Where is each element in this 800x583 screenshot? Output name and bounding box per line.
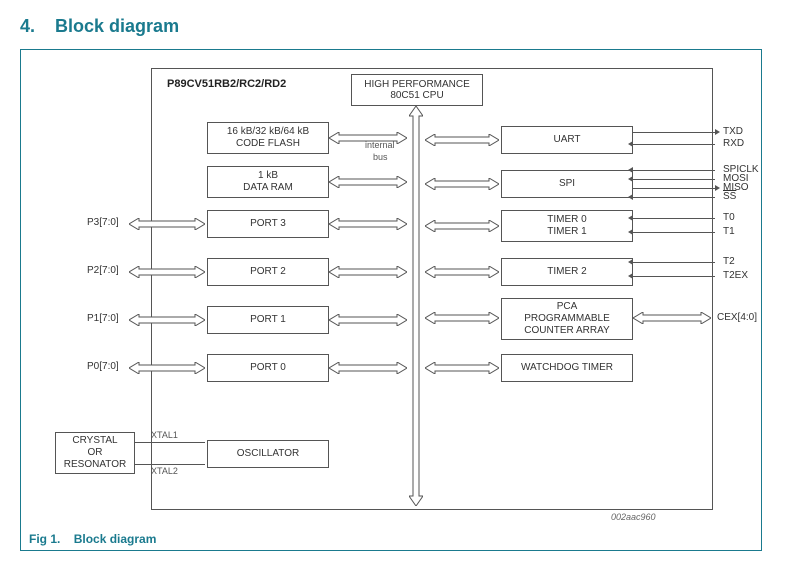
arrow-pca-cex [633, 312, 711, 324]
arrow-p3-ext [129, 218, 205, 230]
xtal1-label: XTAL1 [151, 430, 178, 440]
p0-label: P0[7:0] [87, 361, 119, 372]
figure-title: Block diagram [74, 532, 157, 546]
uart-block: UART [501, 126, 633, 154]
bus-label-2: bus [373, 152, 388, 162]
rxd-line [633, 144, 715, 145]
t2-line [633, 262, 715, 263]
arrow-p1-bus [329, 314, 407, 326]
figure-caption: Fig 1. Block diagram [21, 532, 156, 546]
pca-block: PCA PROGRAMMABLE COUNTER ARRAY [501, 298, 633, 340]
xtal2-line [135, 464, 205, 465]
ram-block: 1 kB DATA RAM [207, 166, 329, 198]
t1-label: T1 [723, 226, 735, 237]
miso-line [633, 188, 715, 189]
port1-block: PORT 1 [207, 306, 329, 334]
flash-block: 16 kB/32 kB/64 kB CODE FLASH [207, 122, 329, 154]
chip-title: P89CV51RB2/RC2/RD2 [167, 78, 286, 90]
arrow-flash-bus [329, 132, 407, 144]
arrow-bus-pca [425, 312, 499, 324]
mosi-line [633, 179, 715, 180]
arrow-p3-bus [329, 218, 407, 230]
wdt-block: WATCHDOG TIMER [501, 354, 633, 382]
section-title: 4. Block diagram [20, 16, 780, 37]
arrow-bus-spi [425, 178, 499, 190]
rxd-label: RXD [723, 138, 744, 149]
spiclk-line [633, 170, 715, 171]
internal-bus [409, 106, 423, 506]
arrow-bus-wdt [425, 362, 499, 374]
page: 4. Block diagram P89CV51RB2/RC2/RD2 HIGH… [0, 0, 800, 583]
t0-label: T0 [723, 212, 735, 223]
port3-block: PORT 3 [207, 210, 329, 238]
port2-block: PORT 2 [207, 258, 329, 286]
t1-line [633, 232, 715, 233]
xtal2-label: XTAL2 [151, 466, 178, 476]
section-name: Block diagram [55, 16, 179, 36]
crystal-block: CRYSTAL OR RESONATOR [55, 432, 135, 474]
cpu-block: HIGH PERFORMANCE 80C51 CPU [351, 74, 483, 106]
p1-label: P1[7:0] [87, 313, 119, 324]
port0-block: PORT 0 [207, 354, 329, 382]
section-number: 4. [20, 16, 35, 36]
timer01-block: TIMER 0 TIMER 1 [501, 210, 633, 242]
arrow-bus-t2 [425, 266, 499, 278]
ss-line [633, 197, 715, 198]
cex-label: CEX[4:0] [717, 312, 757, 323]
p3-label: P3[7:0] [87, 217, 119, 228]
arrow-p2-bus [329, 266, 407, 278]
arrow-p0-bus [329, 362, 407, 374]
xtal1-line [135, 442, 205, 443]
arrow-p2-ext [129, 266, 205, 278]
arrow-p0-ext [129, 362, 205, 374]
t0-line [633, 218, 715, 219]
arrow-ram-bus [329, 176, 407, 188]
t2-label: T2 [723, 256, 735, 267]
arrow-p1-ext [129, 314, 205, 326]
ss-label: SS [723, 191, 736, 202]
osc-block: OSCILLATOR [207, 440, 329, 468]
ref-label: 002aac960 [611, 512, 656, 522]
arrow-bus-uart [425, 134, 499, 146]
txd-line [633, 132, 715, 133]
timer2-block: TIMER 2 [501, 258, 633, 286]
txd-label: TXD [723, 126, 743, 137]
spi-block: SPI [501, 170, 633, 198]
t2ex-label: T2EX [723, 270, 748, 281]
figure-label: Fig 1. [29, 532, 60, 546]
figure-frame: P89CV51RB2/RC2/RD2 HIGH PERFORMANCE 80C5… [20, 49, 762, 551]
t2ex-line [633, 276, 715, 277]
arrow-bus-t01 [425, 220, 499, 232]
p2-label: P2[7:0] [87, 265, 119, 276]
